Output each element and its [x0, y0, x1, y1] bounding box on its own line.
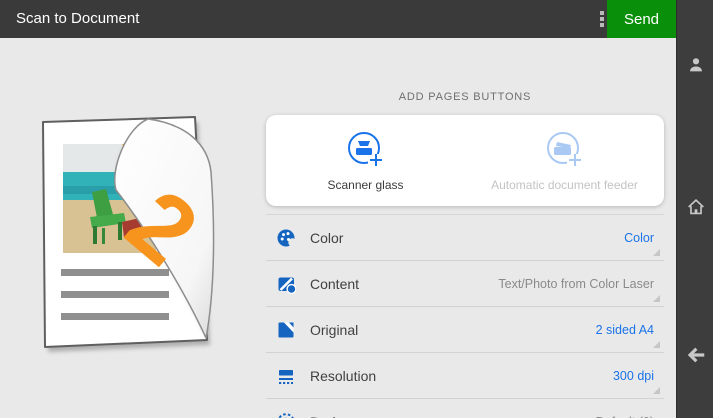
main-content: 2 ADD PAGES BUTTONS Scanner glass — [0, 38, 676, 418]
home-button[interactable] — [677, 192, 713, 222]
page-title: Scan to Document — [16, 0, 139, 38]
setting-row-darkness[interactable]: Darkness Default (0) — [266, 399, 664, 418]
setting-label: Original — [310, 322, 358, 338]
setting-value: 2 sided A4 — [596, 323, 654, 337]
scanner-glass-label: Scanner glass — [327, 178, 403, 192]
scanner-glass-button[interactable]: Scanner glass — [266, 115, 465, 206]
adf-label: Automatic document feeder — [491, 178, 638, 192]
automatic-document-feeder-button[interactable]: Automatic document feeder — [465, 115, 664, 206]
setting-label: Color — [310, 230, 343, 246]
setting-value: Text/Photo from Color Laser — [498, 277, 654, 291]
palette-icon — [276, 228, 296, 248]
setting-row-resolution[interactable]: Resolution 300 dpi — [266, 353, 664, 399]
send-button[interactable]: Send — [607, 0, 676, 38]
adf-add-icon — [543, 130, 587, 172]
add-pages-card: Scanner glass Automatic document feeder — [266, 115, 664, 206]
back-icon — [685, 344, 707, 366]
darkness-icon — [276, 412, 296, 418]
corner-grip-icon — [653, 387, 660, 394]
setting-value: Default (0) — [596, 415, 654, 418]
corner-grip-icon — [653, 249, 660, 256]
topbar: Scan to Document Send — [0, 0, 713, 38]
setting-row-original[interactable]: Original 2 sided A4 — [266, 307, 664, 353]
account-icon — [685, 54, 707, 76]
flatbed-scanner-add-icon — [344, 130, 388, 172]
corner-grip-icon — [653, 341, 660, 348]
scanned-page-preview: 2 — [34, 110, 234, 360]
setting-label: Darkness — [310, 414, 369, 418]
scan-to-document-screen: Scan to Document Send — [0, 0, 713, 418]
corner-grip-icon — [653, 295, 660, 302]
setting-label: Resolution — [310, 368, 376, 384]
account-button[interactable] — [677, 50, 713, 80]
original-page-icon — [276, 320, 296, 340]
back-button[interactable] — [677, 340, 713, 370]
content-image-icon — [276, 274, 296, 294]
setting-value: 300 dpi — [613, 369, 654, 383]
setting-row-color[interactable]: Color Color — [266, 215, 664, 261]
setting-label: Content — [310, 276, 359, 292]
nav-sidebar — [676, 0, 713, 418]
home-icon — [685, 196, 707, 218]
setting-value: Color — [624, 231, 654, 245]
scan-settings-list: Color Color Content Text/Photo from Colo… — [266, 214, 664, 418]
add-pages-header: ADD PAGES BUTTONS — [266, 91, 664, 103]
setting-row-content[interactable]: Content Text/Photo from Color Laser — [266, 261, 664, 307]
resolution-icon — [276, 366, 296, 386]
